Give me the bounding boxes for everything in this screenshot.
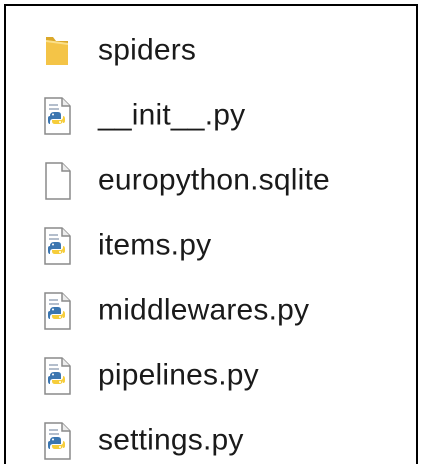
file-list: spiders __init__.py europython.sqlite it…: [6, 18, 416, 473]
list-item-settings-py[interactable]: settings.py: [6, 408, 416, 473]
item-name: middlewares.py: [98, 292, 310, 326]
python-file-icon: [40, 421, 74, 461]
list-item-items-py[interactable]: items.py: [6, 213, 416, 278]
folder-icon: [40, 31, 74, 71]
file-explorer-window: spiders __init__.py europython.sqlite it…: [4, 4, 418, 464]
python-file-icon: [40, 291, 74, 331]
list-item-pipelines-py[interactable]: pipelines.py: [6, 343, 416, 408]
item-name: items.py: [98, 227, 212, 261]
python-file-icon: [40, 96, 74, 136]
python-file-icon: [40, 226, 74, 266]
python-file-icon: [40, 356, 74, 396]
list-item-middlewares-py[interactable]: middlewares.py: [6, 278, 416, 343]
list-item-init-py[interactable]: __init__.py: [6, 83, 416, 148]
list-item-spiders[interactable]: spiders: [6, 18, 416, 83]
item-name: __init__.py: [98, 97, 246, 131]
item-name: europython.sqlite: [98, 162, 330, 196]
blank-file-icon: [40, 161, 74, 201]
item-name: spiders: [98, 32, 197, 66]
item-name: pipelines.py: [98, 357, 259, 391]
item-name: settings.py: [98, 422, 244, 456]
list-item-europython-sqlite[interactable]: europython.sqlite: [6, 148, 416, 213]
